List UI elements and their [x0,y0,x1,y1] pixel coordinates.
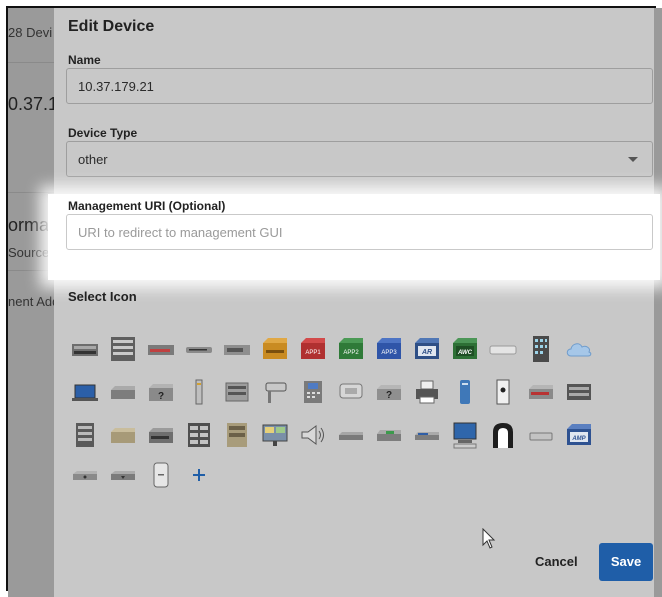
management-uri-label: Management URI (Optional) [68,199,226,213]
unknown-appliance-icon[interactable]: ? [374,377,404,407]
arch-device-icon[interactable] [488,420,518,450]
app3-icon[interactable]: APP3 [374,334,404,364]
slim-router-icon[interactable] [336,420,366,450]
red-switch-icon[interactable] [526,377,556,407]
gray-switch-icon[interactable] [146,420,176,450]
security-camera-icon[interactable] [260,377,290,407]
bg-device-count: 28 Devi [8,25,53,40]
monitoring-display-icon[interactable] [260,420,290,450]
modular-chassis-icon[interactable] [184,420,214,450]
icon-row: APP1 APP2 APP3 AR AWC [70,334,650,368]
small-appliance-icon[interactable] [526,420,556,450]
edit-device-dialog: Edit Device Name 10.37.179.21 Device Typ… [48,8,660,597]
laptop-icon[interactable] [70,377,100,407]
gold-appliance-icon[interactable] [260,334,290,364]
dropdown-caret-icon [628,157,638,162]
green-appliance-icon[interactable] [374,420,404,450]
amp-icon[interactable]: AMP [564,420,594,450]
thin-appliance-icon[interactable] [488,334,518,364]
bg-management-address: nent Add [8,294,54,309]
svg-text:AR: AR [421,349,432,356]
awc-icon[interactable]: AWC [450,334,480,364]
tall-chassis-icon[interactable] [222,420,252,450]
rack-server-icon[interactable] [70,334,100,364]
switch-ports-icon[interactable] [146,334,176,364]
svg-text:?: ? [158,391,164,402]
stacked-switch-icon[interactable] [108,334,138,364]
ip-phone-icon[interactable] [298,377,328,407]
generic-device-icon[interactable] [146,460,176,490]
name-label: Name [68,53,101,67]
background-page: 28 Devi 0.37.17 ormatio Source nent Add [8,8,54,597]
blade-server-icon[interactable] [70,420,100,450]
cloud-icon[interactable] [564,334,594,364]
ar-icon[interactable]: AR [412,334,442,364]
svg-text:AMP: AMP [571,436,586,442]
tower-device-icon[interactable] [184,377,214,407]
management-uri-placeholder: URI to redirect to management GUI [78,225,283,240]
dark-chassis-icon[interactable] [564,377,594,407]
icon-row: ? ? [70,377,650,411]
flat-router-icon[interactable] [184,334,214,364]
name-value: 10.37.179.21 [78,79,154,94]
management-uri-highlight: Management URI (Optional) URI to redirec… [48,194,660,280]
bg-ip: 0.37.17 [8,94,54,114]
svg-text:APP2: APP2 [343,350,359,356]
building-icon[interactable] [526,334,556,364]
unknown-device-icon[interactable]: ? [146,377,176,407]
appliance-icon[interactable] [222,334,252,364]
chassis-icon[interactable] [222,377,252,407]
beige-appliance-icon[interactable] [108,420,138,450]
desktop-pc-icon[interactable] [450,420,480,450]
bg-source: Source [8,245,50,260]
select-icon-label: Select Icon [68,289,137,304]
svg-text:AWC: AWC [457,350,473,356]
blue-appliance-icon[interactable] [412,420,442,450]
svg-text:APP3: APP3 [381,350,397,356]
icon-row: AMP [70,420,650,454]
dialog-title: Edit Device [68,18,155,35]
mouse-cursor-icon [482,528,496,549]
svg-text:APP1: APP1 [305,350,321,356]
icon-row [70,460,650,494]
speaker-device-icon[interactable] [488,377,518,407]
modem-icon[interactable] [70,460,100,490]
save-button[interactable]: Save [599,543,653,581]
access-point-icon[interactable] [336,377,366,407]
fortigate-icon[interactable] [108,377,138,407]
svg-text:?: ? [386,390,392,401]
gateway-icon[interactable] [108,460,138,490]
megaphone-icon[interactable] [298,420,328,450]
device-type-label: Device Type [68,126,138,140]
management-uri-input[interactable]: URI to redirect to management GUI [66,214,653,250]
background-edge [654,8,662,597]
add-icon[interactable] [184,460,214,490]
printer-icon[interactable] [412,377,442,407]
app1-icon[interactable]: APP1 [298,334,328,364]
app2-icon[interactable]: APP2 [336,334,366,364]
name-field[interactable]: 10.37.179.21 [66,68,653,104]
storage-drive-icon[interactable] [450,377,480,407]
device-type-value: other [78,152,108,167]
bg-divider [8,62,54,63]
bg-divider [8,192,54,193]
cancel-button[interactable]: Cancel [535,554,578,569]
device-type-select[interactable]: other [66,141,653,177]
